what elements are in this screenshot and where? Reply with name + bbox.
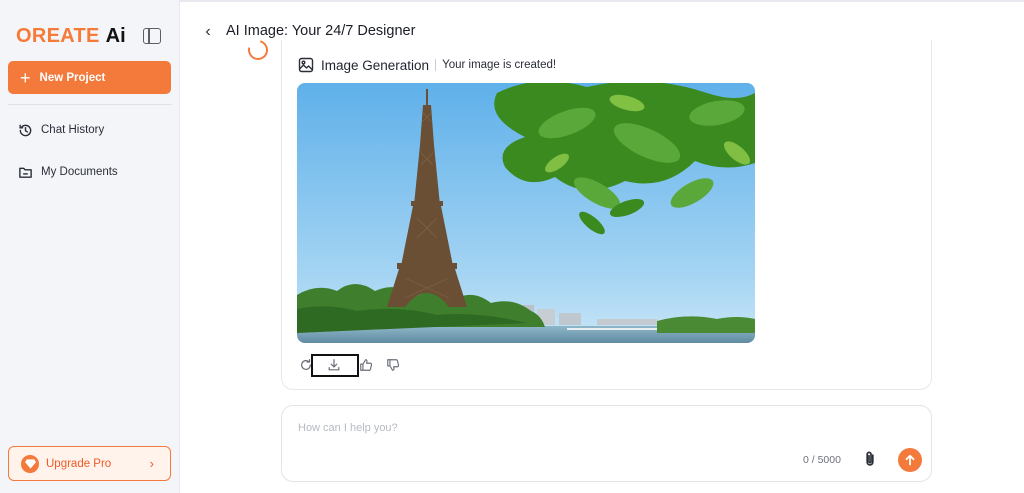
folder-icon	[17, 164, 33, 180]
loading-spinner-icon	[244, 36, 272, 64]
generated-image[interactable]	[297, 83, 755, 343]
character-count: 0 / 5000	[803, 454, 841, 466]
upgrade-pro-button[interactable]: Upgrade Pro ›	[8, 446, 171, 481]
tool-title: Image Generation	[321, 57, 430, 73]
upgrade-pro-label: Upgrade Pro	[46, 457, 112, 470]
message-composer	[281, 405, 932, 482]
arrow-up-icon	[905, 454, 915, 466]
app-logo[interactable]: OREATE Ai	[16, 24, 126, 48]
sidebar: OREATE Ai + New Project Chat History My …	[0, 0, 180, 493]
sidebar-item-chat-history[interactable]: Chat History	[17, 120, 104, 140]
chevron-right-icon: ›	[149, 456, 154, 471]
new-project-label: New Project	[39, 71, 106, 84]
header-border	[180, 0, 1024, 2]
logo-suffix: Ai	[105, 24, 126, 47]
plus-icon: +	[20, 67, 31, 88]
back-arrow-icon[interactable]: ‹	[200, 22, 216, 42]
diamond-icon	[21, 454, 39, 473]
history-icon	[17, 122, 33, 138]
paperclip-icon[interactable]	[861, 450, 879, 468]
logo-brand: OREATE	[16, 24, 100, 47]
thumbs-up-icon[interactable]	[358, 357, 374, 373]
sidebar-item-label: Chat History	[41, 124, 105, 136]
sidebar-item-my-documents[interactable]: My Documents	[17, 162, 118, 182]
download-highlight-box	[311, 354, 359, 377]
sidebar-divider	[8, 104, 172, 105]
send-button[interactable]	[898, 448, 922, 472]
image-icon	[298, 57, 314, 73]
sidebar-toggle-icon[interactable]	[143, 28, 161, 44]
chat-input[interactable]	[298, 420, 858, 436]
sidebar-item-label: My Documents	[41, 166, 118, 178]
new-project-button[interactable]: + New Project	[8, 61, 171, 94]
page-title: AI Image: Your 24/7 Designer	[226, 23, 416, 39]
title-separator	[435, 59, 437, 71]
thumbs-down-icon[interactable]	[385, 357, 401, 373]
generation-status: Your image is created!	[442, 59, 557, 71]
image-generation-header: Image Generation Your image is created!	[298, 56, 556, 74]
